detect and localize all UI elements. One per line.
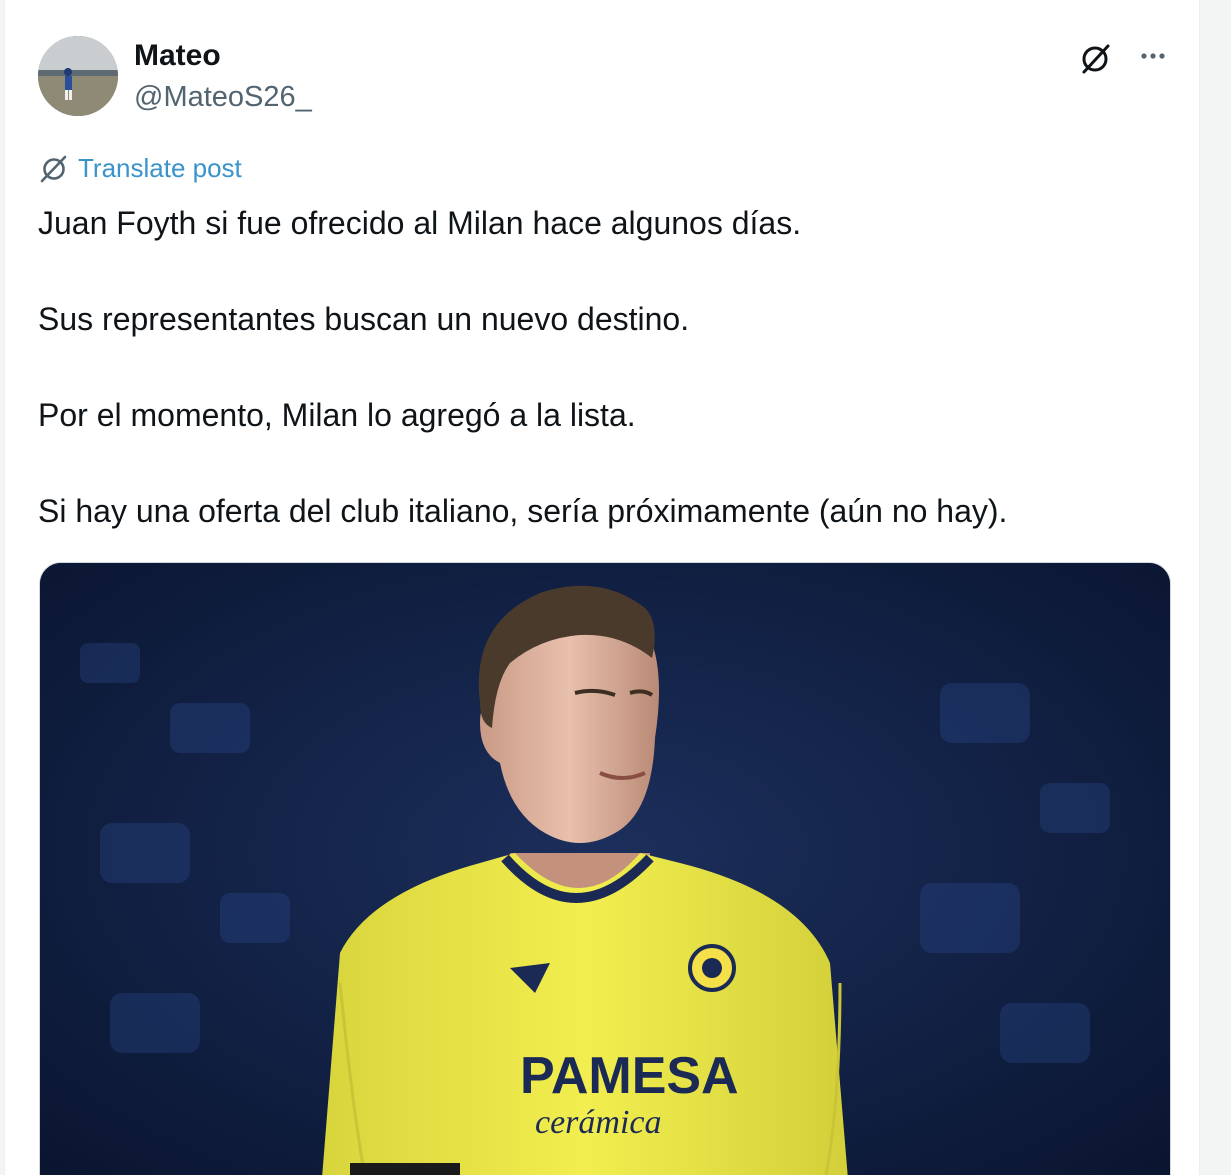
tweet-card[interactable]: Mateo @MateoS26_ Translate post Juan Foy… (4, 0, 1200, 1175)
avatar[interactable] (38, 36, 118, 116)
tweet-paragraph: Sus representantes buscan un nuevo desti… (38, 301, 690, 337)
more-options-icon[interactable] (1135, 40, 1171, 76)
grok-translate-icon (38, 152, 70, 184)
tweet-paragraph: Por el momento, Milan lo agregó a la lis… (38, 397, 636, 433)
shirt-sponsor-subtext: cerámica (535, 1104, 662, 1141)
author-name[interactable]: Mateo (134, 38, 221, 74)
tweet-paragraph: Juan Foyth si fue ofrecido al Milan hace… (38, 205, 802, 241)
tweet-media-photo[interactable]: PAMESA cerámica (39, 562, 1171, 1175)
grok-icon[interactable] (1078, 40, 1114, 76)
tweet-paragraph: Si hay una oferta del club italiano, ser… (38, 493, 1008, 529)
translate-post-label: Translate post (78, 153, 242, 183)
author-handle[interactable]: @MateoS26_ (134, 79, 312, 115)
shirt-sponsor-text: PAMESA (520, 1047, 739, 1105)
translate-post-button[interactable]: Translate post (38, 150, 242, 186)
page: Mateo @MateoS26_ Translate post Juan Foy… (0, 0, 1231, 1175)
tweet-text: Juan Foyth si fue ofrecido al Milan hace… (38, 200, 1178, 584)
